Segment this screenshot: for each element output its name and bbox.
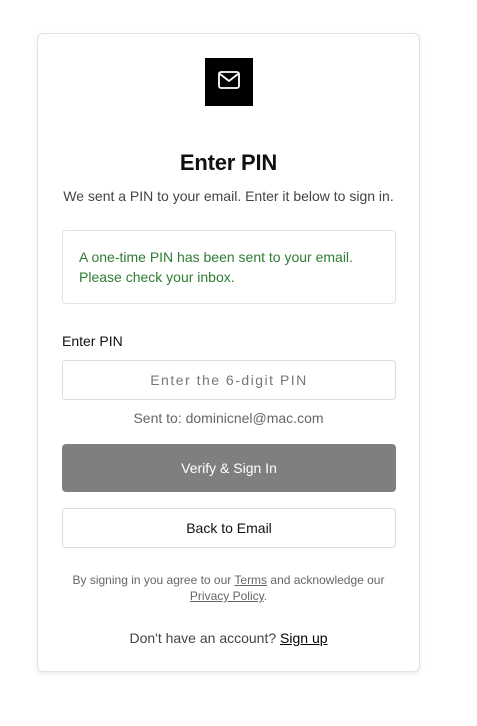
logo-badge [205,58,253,106]
pin-sent-notice: A one-time PIN has been sent to your ema… [62,230,396,304]
privacy-policy-link[interactable]: Privacy Policy [190,589,264,603]
signup-prompt-text: Don't have an account? [129,630,281,646]
sent-to-email: Sent to: dominicnel@mac.com [133,410,324,426]
mail-icon [218,70,240,94]
notice-line-1: A one-time PIN has been sent to your ema… [79,249,353,265]
page-title: Enter PIN [179,150,278,175]
pin-input[interactable] [62,360,396,400]
legal-middle: and acknowledge our [267,573,385,587]
notice-line-2: Please check your inbox. [79,269,235,285]
verify-sign-in-button[interactable]: Verify & Sign In [62,444,396,492]
legal-suffix: . [263,589,268,603]
pin-card: Enter PIN We sent a PIN to your email. E… [37,33,420,672]
pin-label: Enter PIN [62,333,123,349]
signup-prompt: Don't have an account? Sign up [38,630,419,646]
back-to-email-button[interactable]: Back to Email [62,508,396,548]
page-subtitle: We sent a PIN to your email. Enter it be… [63,188,394,204]
legal-text: By signing in you agree to our Terms and… [58,572,399,604]
legal-prefix: By signing in you agree to our [72,573,235,587]
sign-up-link[interactable]: Sign up [280,630,327,646]
terms-link[interactable]: Terms [234,573,267,587]
